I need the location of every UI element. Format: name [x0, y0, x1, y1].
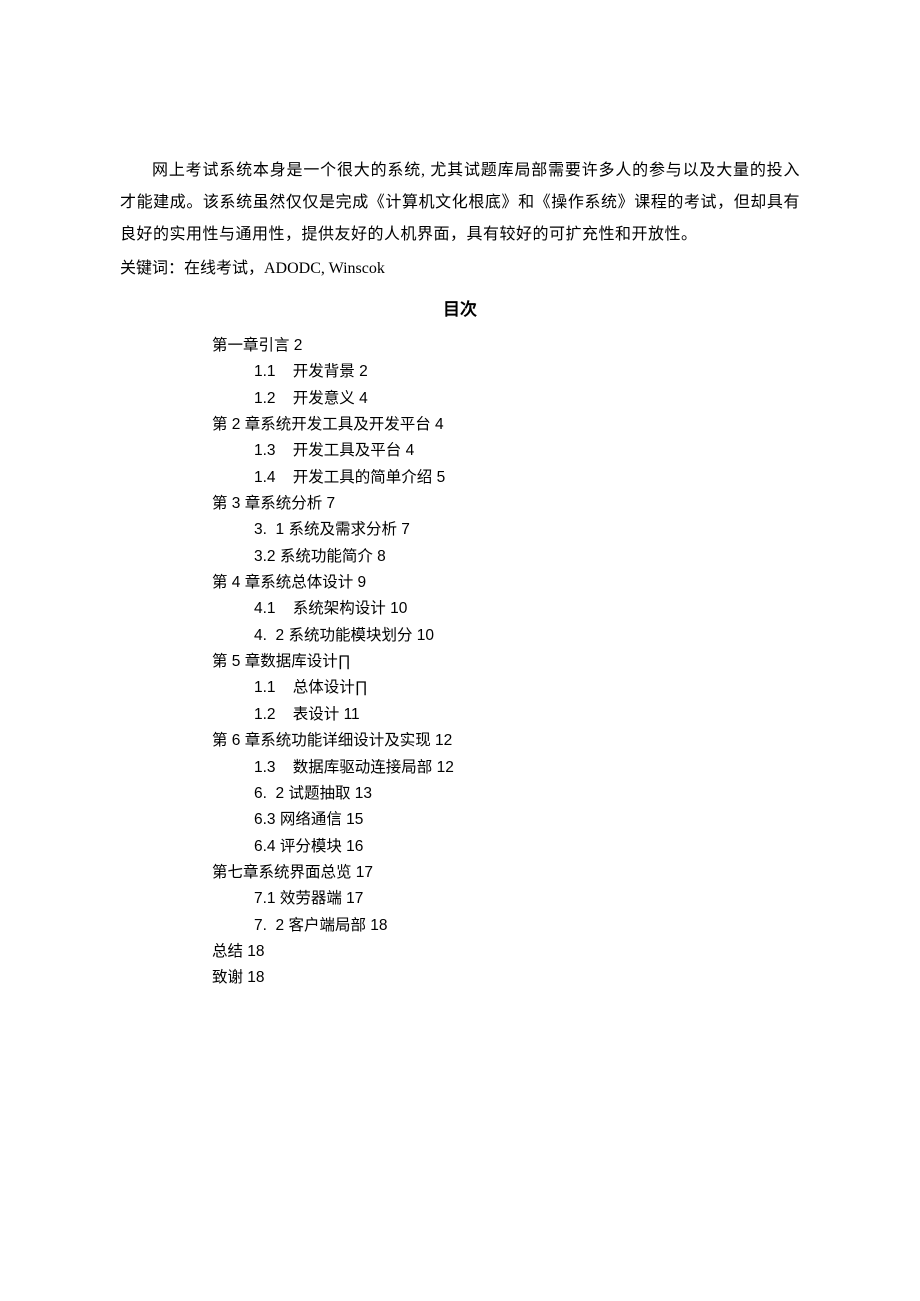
toc-entry: 致谢 18 — [212, 965, 800, 991]
toc-entry: 7. 2 客户端局部 18 — [212, 913, 800, 939]
toc-entry: 6. 2 试题抽取 13 — [212, 781, 800, 807]
toc-entry: 4. 2 系统功能模块划分 10 — [212, 623, 800, 649]
toc-entry: 1.1 总体设计∏ — [212, 675, 800, 701]
toc-entry: 第 4 章系统总体设计 9 — [212, 570, 800, 596]
toc-entry: 第 6 章系统功能详细设计及实现 12 — [212, 728, 800, 754]
toc-entry: 第七章系统界面总览 17 — [212, 860, 800, 886]
toc-entry: 7.1 效劳器端 17 — [212, 886, 800, 912]
toc-entry: 6.4 评分模块 16 — [212, 834, 800, 860]
toc-entry: 第一章引言 2 — [212, 333, 800, 359]
toc-entry: 1.4 开发工具的简单介绍 5 — [212, 465, 800, 491]
toc-entry: 6.3 网络通信 15 — [212, 807, 800, 833]
toc-entry: 3. 1 系统及需求分析 7 — [212, 517, 800, 543]
toc-entry: 1.1 开发背景 2 — [212, 359, 800, 385]
toc-entry: 1.2 开发意义 4 — [212, 386, 800, 412]
toc-entry: 总结 18 — [212, 939, 800, 965]
toc-entry: 3.2 系统功能简介 8 — [212, 544, 800, 570]
toc-entry: 第 5 章数据库设计∏ — [212, 649, 800, 675]
keywords-line: 关键词：在线考试，ADODC, Winscok — [120, 253, 800, 285]
toc-title: 目次 — [120, 293, 800, 327]
toc-entry: 1.2 表设计 11 — [212, 702, 800, 728]
toc-entry: 1.3 数据库驱动连接局部 12 — [212, 755, 800, 781]
table-of-contents: 第一章引言 21.1 开发背景 21.2 开发意义 4第 2 章系统开发工具及开… — [120, 333, 800, 992]
intro-paragraph: 网上考试系统本身是一个很大的系统, 尤其试题库局部需要许多人的参与以及大量的投入… — [120, 155, 800, 251]
toc-entry: 第 3 章系统分析 7 — [212, 491, 800, 517]
toc-entry: 第 2 章系统开发工具及开发平台 4 — [212, 412, 800, 438]
toc-entry: 1.3 开发工具及平台 4 — [212, 438, 800, 464]
toc-entry: 4.1 系统架构设计 10 — [212, 596, 800, 622]
